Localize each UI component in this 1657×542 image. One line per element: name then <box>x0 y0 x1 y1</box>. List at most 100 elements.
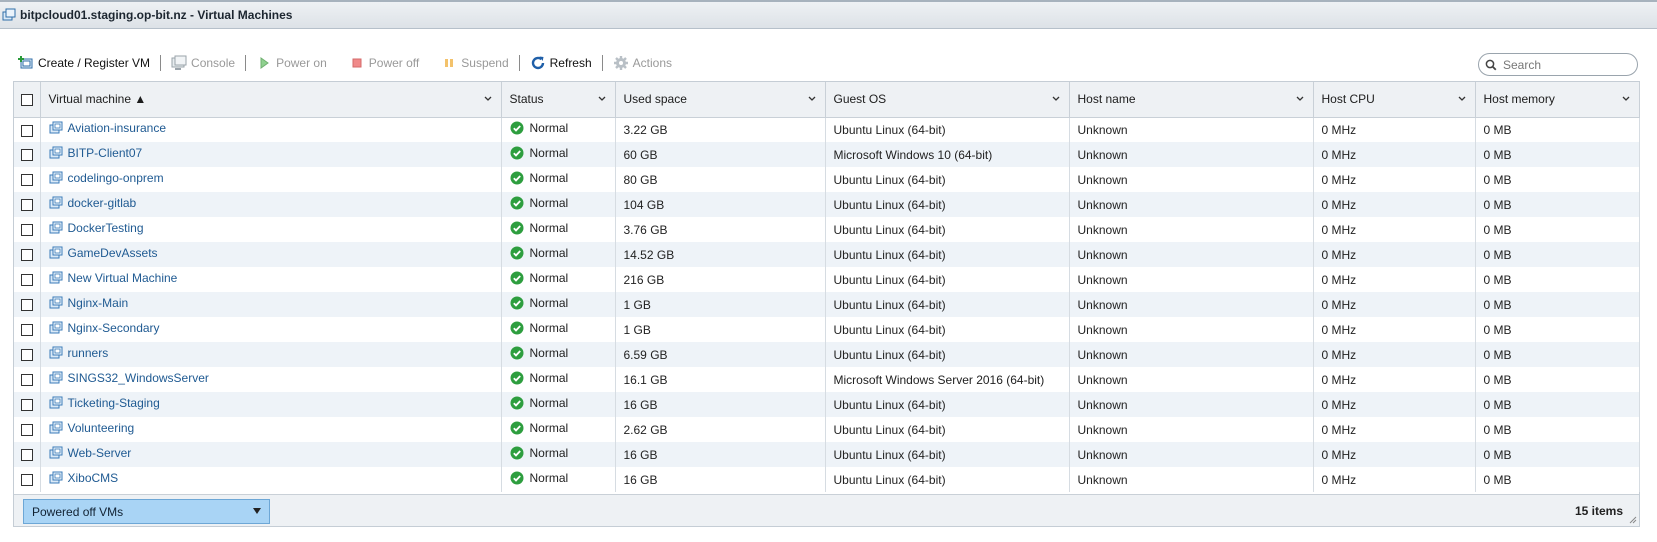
status-cell: Normal <box>501 242 616 267</box>
table-row[interactable]: Nginx-Main Normal 1 GB Ubuntu Linux (64-… <box>14 292 1640 317</box>
row-checkbox[interactable] <box>20 449 33 462</box>
row-checkbox[interactable] <box>20 124 33 137</box>
row-checkbox[interactable] <box>20 424 33 437</box>
vm-name-link[interactable]: Web-Server <box>49 446 131 460</box>
select-all-checkbox[interactable] <box>20 94 33 107</box>
console-button[interactable]: Console <box>167 51 239 75</box>
used-space-cell: 1 GB <box>615 292 826 317</box>
row-checkbox[interactable] <box>20 199 33 212</box>
col-header-virtual-machine[interactable]: Virtual machine ▲ <box>40 82 502 118</box>
row-checkbox[interactable] <box>20 324 33 337</box>
host-memory-cell: 0 MB <box>1475 367 1640 392</box>
chevron-down-icon[interactable] <box>1051 94 1061 104</box>
host-memory-cell: 0 MB <box>1475 117 1640 142</box>
power-on-button[interactable]: Power on <box>252 51 331 75</box>
row-checkbox[interactable] <box>20 274 33 287</box>
row-checkbox[interactable] <box>20 374 33 387</box>
table-row[interactable]: docker-gitlab Normal 104 GB Ubuntu Linux… <box>14 192 1640 217</box>
table-row[interactable]: Ticketing-Staging Normal 16 GB Ubuntu Li… <box>14 392 1640 417</box>
row-checkbox[interactable] <box>20 474 33 487</box>
table-row[interactable]: runners Normal 6.59 GB Ubuntu Linux (64-… <box>14 342 1640 367</box>
status-text: Normal <box>529 221 569 235</box>
vm-name-cell: Volunteering <box>40 417 502 442</box>
vm-name-link[interactable]: Aviation-insurance <box>49 121 166 135</box>
table-row[interactable]: BITP-Client07 Normal 60 GB Microsoft Win… <box>14 142 1640 167</box>
host-cpu-cell: 0 MHz <box>1313 217 1476 242</box>
row-checkbox[interactable] <box>20 299 33 312</box>
status-text: Normal <box>529 346 569 360</box>
chevron-down-icon[interactable] <box>1295 94 1305 104</box>
table-footer: Powered off VMs 15 items <box>14 494 1639 526</box>
vm-name: codelingo-onprem <box>67 171 164 185</box>
used-space-cell: 60 GB <box>615 142 826 167</box>
refresh-button[interactable]: Refresh <box>526 51 596 75</box>
guest-os-cell: Ubuntu Linux (64-bit) <box>825 292 1070 317</box>
table-row[interactable]: Volunteering Normal 2.62 GB Ubuntu Linux… <box>14 417 1640 442</box>
vm-name-link[interactable]: DockerTesting <box>49 221 144 235</box>
vm-name-link[interactable]: codelingo-onprem <box>49 171 164 185</box>
status-text: Normal <box>529 446 569 460</box>
vm-name-link[interactable]: SINGS32_WindowsServer <box>49 371 209 385</box>
actions-label: Actions <box>632 56 673 70</box>
row-checkbox[interactable] <box>20 149 33 162</box>
table-row[interactable]: SINGS32_WindowsServer Normal 16.1 GB Mic… <box>14 367 1640 392</box>
vm-name-link[interactable]: Nginx-Main <box>49 296 128 310</box>
table-row[interactable]: DockerTesting Normal 3.76 GB Ubuntu Linu… <box>14 217 1640 242</box>
row-checkbox[interactable] <box>20 399 33 412</box>
vm-name-link[interactable]: Volunteering <box>49 421 134 435</box>
row-checkbox[interactable] <box>20 349 33 362</box>
check-circle-icon <box>510 346 523 360</box>
status-cell: Normal <box>501 317 616 342</box>
host-cpu-cell: 0 MHz <box>1313 117 1476 142</box>
search-box[interactable] <box>1478 53 1638 76</box>
resize-grip-icon[interactable] <box>1629 516 1637 524</box>
vm-name-link[interactable]: Nginx-Secondary <box>49 321 160 335</box>
search-input[interactable] <box>1501 56 1625 73</box>
vm-name-link[interactable]: Ticketing-Staging <box>49 396 160 410</box>
table-row[interactable]: Aviation-insurance Normal 3.22 GB Ubuntu… <box>14 117 1640 142</box>
chevron-down-icon[interactable] <box>597 94 607 104</box>
create-register-vm-button[interactable]: Create / Register VM <box>14 51 154 75</box>
table-row[interactable]: GameDevAssets Normal 14.52 GB Ubuntu Lin… <box>14 242 1640 267</box>
vm-name-cell: SINGS32_WindowsServer <box>40 367 502 392</box>
table-row[interactable]: codelingo-onprem Normal 80 GB Ubuntu Lin… <box>14 167 1640 192</box>
col-header-host-memory[interactable]: Host memory <box>1475 82 1640 118</box>
col-header-host-cpu[interactable]: Host CPU <box>1313 82 1476 118</box>
used-space-cell: 16 GB <box>615 392 826 417</box>
item-count: 15 items <box>1574 504 1623 518</box>
actions-button[interactable]: Actions <box>609 51 676 75</box>
vm-name-link[interactable]: runners <box>49 346 108 360</box>
row-checkbox[interactable] <box>20 174 33 187</box>
row-select-cell <box>14 392 41 417</box>
vm-name-link[interactable]: BITP-Client07 <box>49 146 142 160</box>
vm-name-link[interactable]: docker-gitlab <box>49 196 136 210</box>
vm-filter-dropdown[interactable]: Powered off VMs <box>23 499 270 524</box>
col-header-host-name[interactable]: Host name <box>1069 82 1314 118</box>
table-row[interactable]: Nginx-Secondary Normal 1 GB Ubuntu Linux… <box>14 317 1640 342</box>
chevron-down-icon[interactable] <box>1621 94 1631 104</box>
host-name-cell: Unknown <box>1069 292 1314 317</box>
vm-name-link[interactable]: XiboCMS <box>49 471 118 485</box>
check-circle-icon <box>510 471 523 485</box>
table-row[interactable]: Web-Server Normal 16 GB Ubuntu Linux (64… <box>14 442 1640 467</box>
refresh-label: Refresh <box>549 56 592 70</box>
power-off-button[interactable]: Power off <box>345 51 423 75</box>
pause-icon <box>441 55 457 71</box>
guest-os-cell: Ubuntu Linux (64-bit) <box>825 342 1070 367</box>
table-row[interactable]: XiboCMS Normal 16 GB Ubuntu Linux (64-bi… <box>14 467 1640 492</box>
vm-name-link[interactable]: New Virtual Machine <box>49 271 177 285</box>
col-header-used-space[interactable]: Used space <box>615 82 826 118</box>
host-cpu-cell: 0 MHz <box>1313 417 1476 442</box>
chevron-down-icon[interactable] <box>1457 94 1467 104</box>
row-checkbox[interactable] <box>20 249 33 262</box>
chevron-down-icon[interactable] <box>483 94 493 104</box>
col-header-status[interactable]: Status <box>501 82 616 118</box>
refresh-icon <box>530 55 546 71</box>
search-icon <box>1485 59 1497 70</box>
vm-name-link[interactable]: GameDevAssets <box>49 246 158 260</box>
chevron-down-icon[interactable] <box>807 94 817 104</box>
col-header-guest-os[interactable]: Guest OS <box>825 82 1070 118</box>
suspend-button[interactable]: Suspend <box>437 51 512 75</box>
table-row[interactable]: New Virtual Machine Normal 216 GB Ubuntu… <box>14 267 1640 292</box>
row-checkbox[interactable] <box>20 224 33 237</box>
